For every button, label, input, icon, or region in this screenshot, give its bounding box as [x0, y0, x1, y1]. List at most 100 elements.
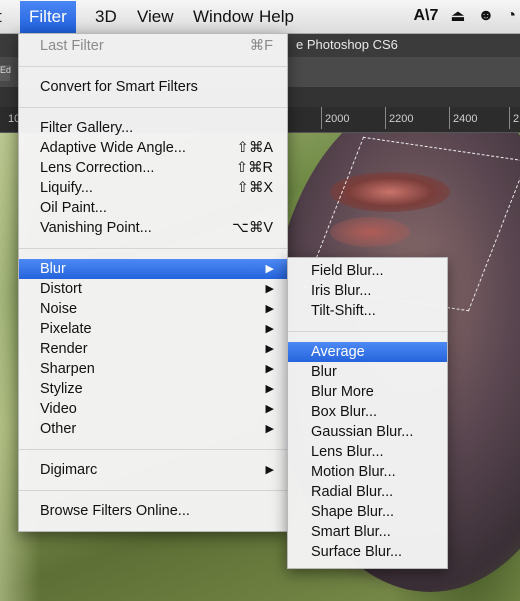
- sync-icon[interactable]: ⏏: [450, 6, 465, 26]
- menu-separator: [19, 107, 287, 108]
- menu-item-liquify[interactable]: Liquify... ⇧⌘X: [19, 178, 287, 198]
- menu-item-label: Browse Filters Online...: [40, 503, 190, 519]
- menu-item-label: Distort: [40, 281, 82, 297]
- menu-item-label: Filter Gallery...: [40, 120, 134, 136]
- shortcut-label: ⇧⌘R: [235, 160, 273, 176]
- menu-item-sharpen[interactable]: Sharpen ▶: [19, 359, 287, 379]
- shortcut-label: ⌥⌘V: [232, 220, 273, 236]
- filter-menu: Last Filter ⌘F Convert for Smart Filters…: [18, 33, 288, 532]
- menu-item-label: Field Blur...: [311, 263, 384, 279]
- clock-icon[interactable]: ◔: [506, 7, 516, 25]
- menu-item-label: Blur: [311, 364, 337, 380]
- menu-item-label: Blur: [40, 261, 66, 277]
- menu-item-label: Stylize: [40, 381, 83, 397]
- menu-item-label: Tilt-Shift...: [311, 303, 376, 319]
- menu-filter[interactable]: Filter: [20, 1, 76, 33]
- menu-item-distort[interactable]: Distort ▶: [19, 279, 287, 299]
- shortcut-label: ⌘F: [249, 38, 273, 54]
- menu-item-label: Adaptive Wide Angle...: [40, 140, 186, 156]
- menu-item-field-blur[interactable]: Field Blur...: [288, 261, 447, 281]
- menu-item-label: Video: [40, 401, 77, 417]
- ruler-label: 2200: [384, 107, 414, 129]
- menu-item-label: Average: [311, 344, 365, 360]
- menu-item-adaptive-wide-angle[interactable]: Adaptive Wide Angle... ⇧⌘A: [19, 138, 287, 158]
- menu-item-label: Lens Blur...: [311, 444, 384, 460]
- document-tab[interactable]: Ed: [0, 65, 11, 81]
- menu-item-smart-blur[interactable]: Smart Blur...: [288, 522, 447, 542]
- menu-item-label: Gaussian Blur...: [311, 424, 414, 440]
- menu-item-blur-simple[interactable]: Blur: [288, 362, 447, 382]
- menu-window[interactable]: Window: [193, 7, 253, 27]
- submenu-arrow-icon: ▶: [265, 363, 274, 375]
- menu-item-label: Motion Blur...: [311, 464, 396, 480]
- submenu-arrow-icon: ▶: [265, 464, 274, 476]
- menu-item-label: Radial Blur...: [311, 484, 394, 500]
- menu-item-tilt-shift[interactable]: Tilt-Shift...: [288, 301, 447, 321]
- menu-view[interactable]: View: [137, 7, 174, 27]
- menu-item-last-filter: Last Filter ⌘F: [19, 36, 287, 56]
- menu-bar: t Filter 3D View Window Help A\7 ⏏ ☻ ◔: [0, 0, 520, 34]
- menu-item-convert-smart-filters[interactable]: Convert for Smart Filters: [19, 77, 287, 97]
- submenu-arrow-icon: ▶: [265, 383, 274, 395]
- menu-item-label: Box Blur...: [311, 404, 378, 420]
- menu-item-label: Render: [40, 341, 88, 357]
- submenu-arrow-icon: ▶: [265, 283, 274, 295]
- shortcut-label: ⇧⌘A: [236, 140, 273, 156]
- menu-item-filter-gallery[interactable]: Filter Gallery...: [19, 118, 287, 138]
- menu-item-iris-blur[interactable]: Iris Blur...: [288, 281, 447, 301]
- menu-item-blur[interactable]: Blur ▶: [19, 259, 287, 279]
- menu-item-label: Iris Blur...: [311, 283, 372, 299]
- menu-item-label: Convert for Smart Filters: [40, 79, 198, 95]
- menu-separator: [19, 449, 287, 450]
- menu-item-gaussian-blur[interactable]: Gaussian Blur...: [288, 422, 447, 442]
- submenu-arrow-icon: ▶: [265, 303, 274, 315]
- menu-extras: A\7 ⏏ ☻ ◔: [413, 6, 516, 26]
- menu-item-label: Shape Blur...: [311, 504, 395, 520]
- menu-separator: [19, 66, 287, 67]
- ruler-label: 2: [508, 107, 520, 129]
- submenu-arrow-icon: ▶: [265, 263, 274, 275]
- menu-item-noise[interactable]: Noise ▶: [19, 299, 287, 319]
- menu-item-oil-paint[interactable]: Oil Paint...: [19, 198, 287, 218]
- menu-item-blur-more[interactable]: Blur More: [288, 382, 447, 402]
- window-title: e Photoshop CS6: [296, 37, 398, 52]
- menu-3d[interactable]: 3D: [95, 7, 117, 27]
- menu-item-label: Vanishing Point...: [40, 220, 152, 236]
- menu-separator: [288, 331, 447, 332]
- menu-help[interactable]: Help: [259, 7, 294, 27]
- menu-item-surface-blur[interactable]: Surface Blur...: [288, 542, 447, 562]
- menu-item-label: Lens Correction...: [40, 160, 155, 176]
- status-icon[interactable]: ☻: [477, 7, 494, 25]
- menu-item-stylize[interactable]: Stylize ▶: [19, 379, 287, 399]
- menu-separator: [19, 490, 287, 491]
- adobe-badge-icon[interactable]: A\7: [413, 7, 438, 25]
- menu-separator: [19, 248, 287, 249]
- menu-item-label: Noise: [40, 301, 78, 317]
- menu-item-label: Blur More: [311, 384, 374, 400]
- menu-item-shape-blur[interactable]: Shape Blur...: [288, 502, 447, 522]
- menu-item-lens-blur[interactable]: Lens Blur...: [288, 442, 447, 462]
- menu-item-pixelate[interactable]: Pixelate ▶: [19, 319, 287, 339]
- menu-item-label: Pixelate: [40, 321, 92, 337]
- menu-item-label: Liquify...: [40, 180, 93, 196]
- menu-item-average[interactable]: Average: [288, 342, 447, 362]
- menu-item-radial-blur[interactable]: Radial Blur...: [288, 482, 447, 502]
- menu-item-lens-correction[interactable]: Lens Correction... ⇧⌘R: [19, 158, 287, 178]
- submenu-arrow-icon: ▶: [265, 323, 274, 335]
- badge-count: 7: [429, 7, 439, 24]
- menu-item-vanishing-point[interactable]: Vanishing Point... ⌥⌘V: [19, 218, 287, 238]
- menu-edit-fragment[interactable]: t: [0, 7, 2, 27]
- menu-item-digimarc[interactable]: Digimarc ▶: [19, 460, 287, 480]
- menu-item-browse-filters-online[interactable]: Browse Filters Online...: [19, 501, 287, 521]
- shortcut-label: ⇧⌘X: [236, 180, 273, 196]
- ruler-label: 2400: [448, 107, 478, 129]
- menu-item-motion-blur[interactable]: Motion Blur...: [288, 462, 447, 482]
- menu-item-box-blur[interactable]: Box Blur...: [288, 402, 447, 422]
- blur-submenu: Field Blur... Iris Blur... Tilt-Shift...…: [287, 257, 448, 569]
- menu-item-video[interactable]: Video ▶: [19, 399, 287, 419]
- menu-item-label: Sharpen: [40, 361, 95, 377]
- menu-item-render[interactable]: Render ▶: [19, 339, 287, 359]
- menu-item-other[interactable]: Other ▶: [19, 419, 287, 439]
- ruler-label: 2000: [320, 107, 350, 129]
- menu-item-label: Last Filter: [40, 38, 104, 54]
